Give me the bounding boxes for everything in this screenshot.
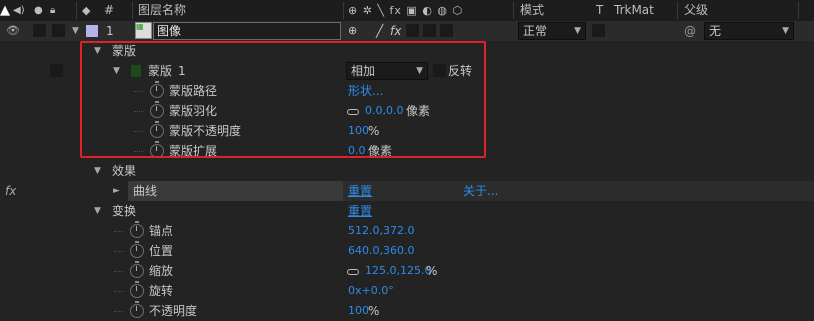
rotation-label: 旋转	[149, 284, 174, 298]
rotation-row: 旋转 0x+0.0°	[0, 281, 814, 301]
scale-label: 缩放	[149, 264, 174, 278]
opacity-row: 不透明度 100 %	[0, 301, 814, 321]
lock-switch[interactable]	[52, 24, 65, 37]
preserve-transparency-checkbox[interactable]	[592, 24, 605, 37]
expand-curve-icon[interactable]: ►	[113, 181, 120, 201]
constrain-proportions-icon[interactable]	[347, 261, 359, 281]
fx-switch[interactable]: fx	[390, 21, 401, 41]
highlight-box	[80, 41, 486, 158]
scale-row: 缩放 125.0,125.0 %	[0, 261, 814, 281]
layer-row[interactable]: 👁︎ ▼ 1 ▦ 图像 ⊕ ╱ fx 正常 ▼ @ 无 ▼	[0, 21, 814, 41]
position-label: 位置	[149, 244, 174, 258]
column-mode[interactable]: 模式	[520, 0, 544, 21]
chevron-down-icon: ▼	[574, 26, 581, 36]
mask-lock-switch[interactable]	[50, 64, 63, 77]
lock-icon[interactable]: 🔒︎	[50, 0, 55, 21]
expand-transform-icon[interactable]: ▼	[94, 201, 101, 221]
anchor-value[interactable]: 512.0,372.0	[348, 221, 414, 241]
stopwatch-icon[interactable]	[130, 241, 144, 258]
curve-effect-row[interactable]: fx ► 曲线 重置 关于...	[0, 181, 814, 201]
quality-switch-icon[interactable]: ╱	[376, 21, 383, 41]
transform-reset-link[interactable]: 重置	[348, 201, 372, 221]
opacity-value[interactable]: 100	[348, 301, 369, 321]
cursor-icon: ▲	[0, 3, 10, 18]
adjustment-switch[interactable]	[423, 24, 436, 37]
curve-reset-link[interactable]: 重置	[348, 181, 372, 201]
rotation-value[interactable]: 0x+0.0°	[348, 281, 394, 301]
stopwatch-icon[interactable]	[130, 281, 144, 298]
switches-icons: ⊕ ✲ ╲ fx ▣ ◐ ◍ ⬡	[348, 4, 464, 17]
column-trkmat[interactable]: TrkMat	[614, 0, 654, 21]
column-layer-name[interactable]: 图层名称	[138, 0, 186, 21]
chevron-down-icon: ▼	[782, 26, 789, 36]
position-value[interactable]: 640.0,360.0	[348, 241, 414, 261]
column-t: T	[596, 3, 604, 17]
transform-group-row[interactable]: ▼ 变换 重置	[0, 201, 814, 221]
3d-switch[interactable]	[440, 24, 453, 37]
anchor-row: 锚点 512.0,372.0	[0, 221, 814, 241]
effects-label: 效果	[112, 164, 137, 178]
parent-select[interactable]: 无 ▼	[704, 22, 794, 40]
label-tag-icon[interactable]: ◆	[82, 0, 90, 21]
column-parent[interactable]: 父级	[684, 0, 708, 21]
label-color-swatch[interactable]	[86, 25, 98, 37]
shy-switch-icon[interactable]: ⊕	[348, 21, 357, 41]
opacity-unit: %	[368, 304, 380, 318]
scale-value[interactable]: 125.0,125.0	[365, 261, 431, 281]
fx-icon[interactable]: fx	[5, 181, 16, 201]
eye-icon[interactable]: 👁︎	[6, 21, 20, 41]
position-row: 位置 640.0,360.0	[0, 241, 814, 261]
expand-effects-icon[interactable]: ▼	[94, 161, 101, 181]
image-layer-icon: ▦	[135, 22, 152, 39]
stopwatch-icon[interactable]	[130, 221, 144, 238]
curve-name-field[interactable]: 曲线	[128, 181, 343, 201]
column-number: #	[104, 3, 115, 17]
timeline-header: ▲ ◀) ● 🔒︎ ◆ # 图层名称 ⊕ ✲ ╲ fx ▣ ◐ ◍ ⬡ 模式 T…	[0, 0, 814, 22]
transform-label: 变换	[112, 204, 137, 218]
mode-select[interactable]: 正常 ▼	[518, 22, 586, 40]
layer-number: 1	[106, 24, 114, 38]
scale-unit: %	[426, 264, 438, 278]
effects-group-row[interactable]: ▼ 效果	[0, 161, 814, 181]
stopwatch-icon[interactable]	[130, 261, 144, 278]
expand-layer-icon[interactable]: ▼	[72, 21, 79, 41]
layer-name-field[interactable]: 图像	[153, 22, 341, 40]
solo-switch[interactable]	[33, 24, 46, 37]
audio-icon[interactable]: ◀)	[13, 0, 25, 21]
anchor-label: 锚点	[149, 224, 174, 238]
opacity-label: 不透明度	[149, 304, 198, 318]
stopwatch-icon[interactable]	[130, 301, 144, 318]
solo-icon[interactable]: ●	[34, 0, 43, 21]
curve-about-link[interactable]: 关于...	[463, 181, 498, 201]
pick-whip-icon[interactable]: @	[684, 21, 696, 41]
motion-blur-switch[interactable]	[406, 24, 419, 37]
